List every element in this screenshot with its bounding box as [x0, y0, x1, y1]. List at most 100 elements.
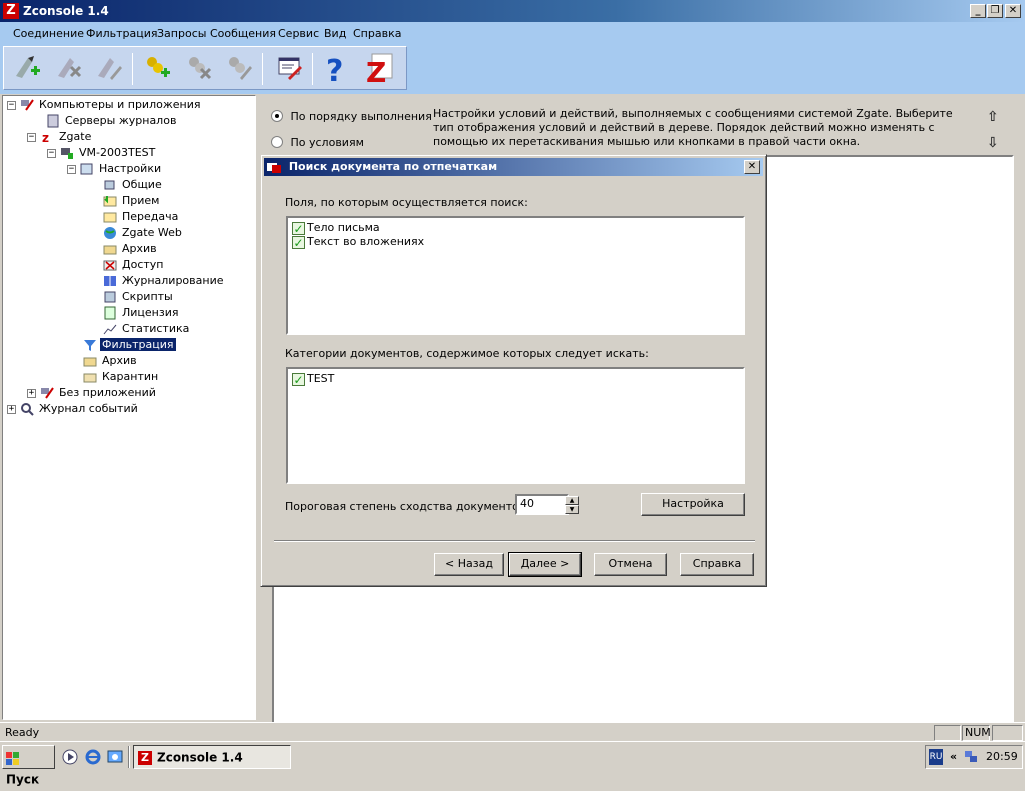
tree-item-archive[interactable]: Архив: [103, 241, 159, 257]
checkbox-checked-icon[interactable]: ✓: [292, 235, 305, 249]
tree-item-event-log[interactable]: + Журнал событий: [7, 401, 140, 417]
show-desktop-icon[interactable]: [107, 749, 123, 765]
categories-label: Категории документов, содержимое которых…: [285, 347, 649, 360]
help-icon[interactable]: ?: [320, 52, 354, 89]
tree-item-archive[interactable]: Архив: [83, 353, 139, 369]
tree-item-scripts[interactable]: Скрипты: [103, 289, 175, 305]
categories-listbox[interactable]: ✓ TEST: [286, 367, 745, 484]
add-connection-icon[interactable]: [10, 52, 44, 86]
menu-bar: Соединение Фильтрация Запросы Сообщения …: [0, 22, 1025, 44]
send-icon: [103, 210, 117, 224]
tree-item-receive[interactable]: Прием: [103, 193, 161, 209]
tree-item-zgate-web[interactable]: Zgate Web: [103, 225, 184, 241]
add-item-icon[interactable]: [140, 52, 174, 86]
tree-item-general[interactable]: Общие: [103, 177, 164, 193]
collapse-icon[interactable]: −: [27, 132, 36, 142]
restore-button[interactable]: ❐: [987, 4, 1003, 18]
radio-order-option[interactable]: По порядку выполнения: [271, 109, 432, 123]
minimize-button[interactable]: _: [970, 4, 986, 18]
tree-item-send[interactable]: Передача: [103, 209, 180, 225]
tree-item-license[interactable]: Лицензия: [103, 305, 180, 321]
dialog-close-button[interactable]: ✕: [744, 160, 760, 174]
tree-item-filtering[interactable]: Фильтрация: [83, 337, 176, 353]
tray-expand-icon[interactable]: «: [950, 746, 957, 768]
category-item-test[interactable]: ✓ TEST: [288, 369, 743, 386]
zgate-logo-icon[interactable]: Z: [362, 52, 396, 89]
edit-connection-icon[interactable]: [92, 52, 126, 86]
menu-messages[interactable]: Сообщения: [210, 27, 276, 40]
tree-item-computers[interactable]: − Компьютеры и приложения: [7, 97, 202, 113]
taskbar-zconsole-button[interactable]: Z Zconsole 1.4: [133, 745, 291, 769]
fields-listbox[interactable]: ✓ Тело письма ✓ Текст во вложениях: [286, 216, 745, 335]
status-bar: Ready NUM: [0, 722, 1025, 741]
menu-view[interactable]: Вид: [324, 27, 346, 40]
archive-icon: [83, 354, 97, 368]
collapse-icon[interactable]: −: [7, 100, 16, 110]
menu-service[interactable]: Сервис: [278, 27, 319, 40]
tree-item-log-servers[interactable]: Серверы журналов: [46, 113, 178, 129]
tree-item-statistics[interactable]: Статистика: [103, 321, 191, 337]
tree-item-no-apps[interactable]: + Без приложений: [27, 385, 158, 401]
scripts-icon: [103, 290, 117, 304]
receive-icon: [103, 194, 117, 208]
language-indicator[interactable]: RU: [929, 749, 943, 765]
menu-connection[interactable]: Соединение: [13, 27, 84, 40]
statistics-icon: [103, 322, 117, 336]
tree-item-vm-2003test[interactable]: − VM-2003TEST: [47, 145, 157, 161]
toolbar-separator: [132, 53, 133, 85]
media-player-icon[interactable]: [62, 749, 78, 765]
network-icon[interactable]: [964, 750, 978, 764]
back-button[interactable]: < Назад: [434, 553, 504, 576]
field-item-attachments[interactable]: ✓ Текст во вложениях: [288, 234, 743, 250]
threshold-input[interactable]: 40: [515, 494, 569, 515]
window-title: Zconsole 1.4: [23, 4, 109, 18]
expand-icon[interactable]: +: [27, 388, 36, 398]
fields-label: Поля, по которым осуществляется поиск:: [285, 196, 528, 209]
toolbar-separator: [312, 53, 313, 85]
menu-help[interactable]: Справка: [353, 27, 401, 40]
status-num-indicator: NUM: [962, 725, 991, 741]
zgate-icon: z: [40, 130, 54, 145]
dialog-title-bar: Поиск документа по отпечаткам ✕: [264, 158, 763, 176]
logging-icon: [103, 274, 117, 288]
radio-conditions-label: По условиям: [290, 135, 364, 149]
field-item-body[interactable]: ✓ Тело письма: [288, 218, 743, 235]
start-button[interactable]: Пуск: [2, 745, 55, 787]
move-down-icon[interactable]: ⇩: [987, 135, 999, 151]
remove-item-icon[interactable]: [182, 52, 216, 86]
menu-filtering[interactable]: Фильтрация: [86, 27, 158, 40]
radio-conditions[interactable]: [271, 136, 283, 148]
svg-text:Z: Z: [366, 56, 386, 86]
move-up-icon[interactable]: ⇧: [987, 109, 999, 125]
checkbox-checked-icon[interactable]: ✓: [292, 372, 305, 386]
radio-order[interactable]: [271, 110, 283, 122]
threshold-label: Пороговая степень сходства документов:: [285, 500, 530, 513]
access-icon: [103, 258, 117, 272]
collapse-icon[interactable]: −: [67, 164, 76, 174]
internet-explorer-icon[interactable]: [85, 749, 101, 765]
tree-item-zgate[interactable]: − z Zgate: [27, 129, 93, 145]
close-button[interactable]: ✕: [1005, 4, 1021, 18]
tree-item-settings[interactable]: − Настройки: [67, 161, 163, 177]
tree-pane: − Компьютеры и приложения Серверы журнало…: [2, 95, 256, 720]
next-button[interactable]: Далее >: [508, 552, 582, 577]
menu-queries[interactable]: Запросы: [157, 27, 206, 40]
remove-connection-icon[interactable]: [52, 52, 86, 86]
tree-item-quarantine[interactable]: Карантин: [83, 369, 160, 385]
settings-button[interactable]: Настройка: [641, 493, 745, 516]
radio-conditions-option[interactable]: По условиям: [271, 135, 364, 149]
tree-item-logging[interactable]: Журналирование: [103, 273, 226, 289]
help-button[interactable]: Справка: [680, 553, 754, 576]
svg-text:?: ?: [326, 54, 343, 86]
spin-up-icon[interactable]: ▲: [565, 496, 579, 505]
edit-item-icon[interactable]: [222, 52, 256, 86]
cancel-button[interactable]: Отмена: [594, 553, 667, 576]
properties-icon[interactable]: [272, 52, 306, 86]
dialog-title: Поиск документа по отпечаткам: [288, 160, 498, 173]
expand-icon[interactable]: +: [7, 404, 16, 414]
spin-down-icon[interactable]: ▼: [565, 505, 579, 514]
windows-logo-icon: [6, 751, 20, 765]
checkbox-checked-icon[interactable]: ✓: [292, 221, 305, 235]
tree-item-access[interactable]: Доступ: [103, 257, 165, 273]
collapse-icon[interactable]: −: [47, 148, 56, 158]
